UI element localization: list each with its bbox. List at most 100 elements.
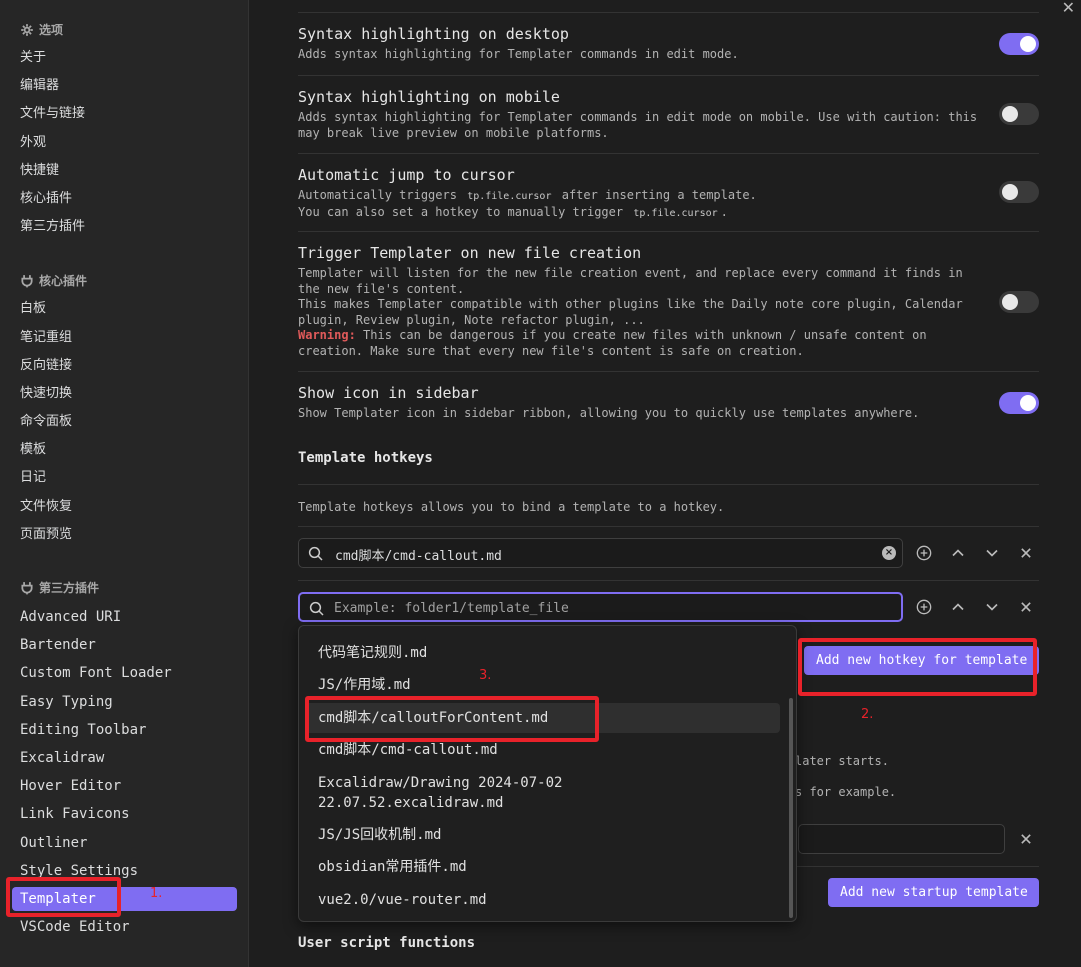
add-hotkey-icon[interactable] [914, 543, 934, 563]
sidebar-item-backlinks[interactable]: 反向链接 [12, 354, 237, 378]
startup-desc-partial-1: later starts. [795, 754, 889, 768]
suggestion-item[interactable]: vue2.0/vue-router.md [305, 890, 780, 910]
setting-name: Automatic jump to cursor [298, 166, 515, 184]
setting-name: Syntax highlighting on desktop [298, 25, 569, 43]
setting-desc: Automatically triggers tp.file.cursor af… [298, 188, 1039, 221]
setting-desc: Adds syntax highlighting for Templater c… [298, 110, 1039, 141]
sidebar-item-link-favicons[interactable]: Link Favicons [12, 802, 237, 826]
sidebar-item-command-palette[interactable]: 命令面板 [12, 410, 237, 434]
sidebar-item-editor[interactable]: 编辑器 [12, 74, 237, 98]
suggestion-item[interactable]: Excalidraw/Drawing 2024-07-02 22.07.52.e… [305, 773, 780, 813]
startup-desc-partial-2: s for example. [795, 785, 897, 799]
close-icon[interactable] [1016, 597, 1036, 617]
hotkey-template-search-1[interactable]: cmd脚本/cmd-callout.md × [298, 538, 903, 568]
close-icon[interactable] [1016, 829, 1036, 849]
sidebar-item-custom-font-loader[interactable]: Custom Font Loader [12, 661, 237, 685]
suggestion-item[interactable]: 代码笔记规则.md [305, 643, 780, 663]
annotation-label-1: 1. [150, 886, 163, 901]
desc-text: You can also set a hotkey to manually tr… [298, 204, 624, 219]
hotkey-template-search-2[interactable] [298, 592, 903, 622]
divider [298, 371, 1039, 372]
sidebar-item-easy-typing[interactable]: Easy Typing [12, 690, 237, 714]
toggle-knob [1002, 184, 1018, 200]
suggestion-item[interactable]: JS/JS回收机制.md [305, 825, 780, 845]
template-hotkeys-heading: Template hotkeys [298, 450, 433, 466]
setting-auto-jump: Automatic jump to cursor Automatically t… [298, 165, 1039, 221]
sidebar-item-templates[interactable]: 模板 [12, 438, 237, 462]
desc-line: You can also set a hotkey to manually tr… [298, 205, 1039, 222]
sidebar-item-core-plugins[interactable]: 核心插件 [12, 187, 237, 211]
suggestion-item[interactable]: obsidian常用插件.md [305, 857, 780, 877]
community-header-label: 第三方插件 [39, 581, 100, 595]
syntax-desktop-toggle[interactable] [999, 33, 1039, 55]
desc-text: Automatically triggers [298, 188, 457, 202]
chevron-down-icon[interactable] [982, 597, 1002, 617]
startup-template-search[interactable] [798, 824, 1005, 854]
template-search-input[interactable] [334, 598, 874, 618]
annotation-box-3 [305, 696, 599, 742]
search-value: cmd脚本/cmd-callout.md [335, 549, 502, 564]
search-icon [308, 546, 323, 561]
warning-label: Warning: [298, 328, 356, 342]
template-suggestion-dropdown: 代码笔记规则.md JS/作用域.md cmd脚本/calloutForCont… [298, 625, 797, 922]
sidebar-item-community-plugins[interactable]: 第三方插件 [12, 215, 237, 239]
user-script-functions-heading: User script functions [298, 935, 476, 951]
settings-sidebar: 选项 关于 编辑器 文件与链接 外观 快捷键 核心插件 第三方插件 核心插件 白… [0, 0, 249, 967]
setting-trigger-new-file: Trigger Templater on new file creation T… [298, 243, 1039, 359]
chevron-up-icon[interactable] [948, 597, 968, 617]
sidebar-item-file-recovery[interactable]: 文件恢复 [12, 495, 237, 519]
divider [298, 153, 1039, 154]
syntax-mobile-toggle[interactable] [999, 103, 1039, 125]
close-icon[interactable] [1016, 543, 1036, 563]
sidebar-item-note-composer[interactable]: 笔记重组 [12, 326, 237, 350]
sidebar-item-excalidraw[interactable]: Excalidraw [12, 746, 237, 770]
divider [298, 580, 1039, 581]
suggestion-line: Excalidraw/Drawing 2024-07-02 [318, 775, 563, 791]
setting-syntax-desktop: Syntax highlighting on desktop Adds synt… [298, 24, 1039, 63]
community-plugins-section-header: 第三方插件 [20, 579, 99, 596]
suggestion-item[interactable]: JS/作用域.md [305, 675, 780, 695]
close-icon[interactable]: ✕ [1062, 0, 1075, 17]
settings-content: ✕ Syntax highlighting on desktop Adds sy… [250, 0, 1081, 967]
suggestion-item-cutoff[interactable] [305, 626, 780, 636]
sidebar-item-about[interactable]: 关于 [12, 46, 237, 70]
chevron-down-icon[interactable] [982, 543, 1002, 563]
sidebar-item-hover-editor[interactable]: Hover Editor [12, 774, 237, 798]
divider [298, 12, 1039, 13]
trigger-new-file-toggle[interactable] [999, 291, 1039, 313]
toggle-knob [1002, 106, 1018, 122]
auto-jump-toggle[interactable] [999, 181, 1039, 203]
setting-name: Trigger Templater on new file creation [298, 244, 642, 262]
sidebar-item-quick-switcher[interactable]: 快速切换 [12, 382, 237, 406]
sidebar-item-appearance[interactable]: 外观 [12, 131, 237, 155]
add-startup-template-button[interactable]: Add new startup template [828, 878, 1039, 907]
sidebar-item-bartender[interactable]: Bartender [12, 633, 237, 657]
desc-line: Warning: This can be dangerous if you cr… [298, 328, 1039, 344]
chevron-up-icon[interactable] [948, 543, 968, 563]
setting-desc: Templater will listen for the new file c… [298, 266, 1039, 359]
dropdown-scrollbar[interactable] [789, 698, 793, 918]
template-hotkeys-desc: Template hotkeys allows you to bind a te… [298, 500, 725, 514]
sidebar-item-page-preview[interactable]: 页面预览 [12, 523, 237, 547]
setting-name: Syntax highlighting on mobile [298, 88, 560, 106]
add-hotkey-icon[interactable] [914, 597, 934, 617]
sidebar-item-daily-notes[interactable]: 日记 [12, 466, 237, 490]
core-header-label: 核心插件 [39, 274, 88, 288]
sidebar-item-canvas[interactable]: 白板 [12, 297, 237, 321]
sidebar-item-editing-toolbar[interactable]: Editing Toolbar [12, 718, 237, 742]
clear-icon[interactable]: × [882, 546, 896, 560]
show-icon-toggle[interactable] [999, 392, 1039, 414]
sidebar-item-files-links[interactable]: 文件与链接 [12, 102, 237, 126]
sidebar-item-hotkeys[interactable]: 快捷键 [12, 159, 237, 183]
desc-line: Templater will listen for the new file c… [298, 266, 963, 280]
toggle-knob [1020, 36, 1036, 52]
sidebar-item-vscode-editor[interactable]: VSCode Editor [12, 915, 237, 939]
divider [298, 75, 1039, 76]
sidebar-item-advanced-uri[interactable]: Advanced URI [12, 605, 237, 629]
inline-code: tp.file.cursor [467, 191, 552, 202]
core-plugins-section-header: 核心插件 [20, 272, 87, 289]
sidebar-item-outliner[interactable]: Outliner [12, 831, 237, 855]
suggestion-item[interactable]: cmd脚本/cmd-callout.md [305, 740, 780, 760]
annotation-label-2: 2. [861, 707, 874, 722]
suggestion-line: 22.07.52.excalidraw.md [318, 795, 504, 811]
